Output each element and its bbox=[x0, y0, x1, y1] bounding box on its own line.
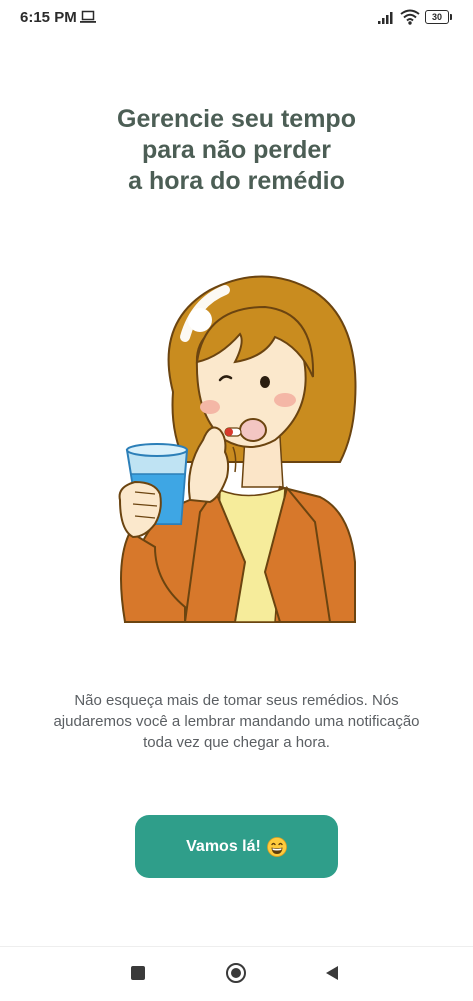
headline-line: Gerencie seu tempo bbox=[117, 105, 356, 133]
start-button[interactable]: Vamos lá! bbox=[135, 815, 338, 878]
start-button-label: Vamos lá! bbox=[186, 837, 261, 855]
status-bar: 6:15 PM 30 bbox=[0, 0, 473, 36]
headline-line: a hora do remédio bbox=[128, 167, 345, 195]
page-title: Gerencie seu tempo para não perder a hor… bbox=[40, 104, 433, 197]
system-nav-bar bbox=[0, 946, 473, 1001]
wifi-icon bbox=[400, 9, 420, 25]
battery-icon: 30 bbox=[425, 10, 452, 24]
home-circle-icon[interactable] bbox=[226, 963, 246, 983]
back-triangle-icon[interactable] bbox=[324, 965, 340, 981]
laptop-icon bbox=[80, 10, 96, 23]
description-line: toda vez que chegar a hora. bbox=[143, 734, 330, 751]
description-line: Não esqueça mais de tomar seus remédios.… bbox=[74, 692, 399, 709]
woman-taking-pill-illustration bbox=[118, 275, 357, 623]
onboarding-description: Não esqueça mais de tomar seus remédios.… bbox=[30, 690, 443, 753]
battery-level: 30 bbox=[425, 10, 449, 24]
recents-square-icon[interactable] bbox=[131, 966, 145, 980]
description-line: ajudaremos você a lembrar mandando uma n… bbox=[53, 713, 420, 730]
headline-line: para não perder bbox=[142, 136, 331, 164]
signal-icon bbox=[378, 12, 393, 24]
grinning-face-icon bbox=[266, 836, 287, 857]
status-time: 6:15 PM bbox=[20, 9, 77, 26]
